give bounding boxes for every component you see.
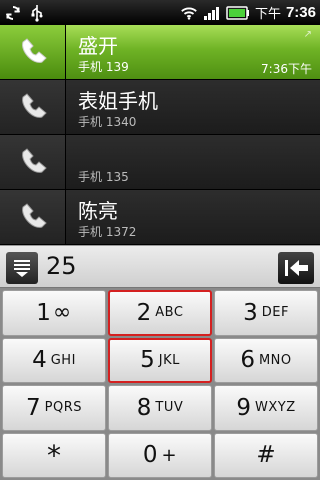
- phone-handset-icon[interactable]: [0, 190, 66, 244]
- key-6[interactable]: 6 MNO: [214, 337, 318, 383]
- key-9[interactable]: 9 WXYZ: [214, 385, 318, 431]
- status-ampm: 下午: [254, 7, 281, 22]
- key-digit: 3: [243, 299, 258, 326]
- key-letters: JKL: [158, 352, 180, 368]
- wifi-icon: [180, 4, 198, 22]
- call-log-row[interactable]: 盛开 手机 139 ↗ 7:36下午: [0, 25, 320, 80]
- key-8[interactable]: 8 TUV: [108, 385, 212, 431]
- key-letters: ABC: [155, 305, 184, 321]
- dialpad-menu-icon[interactable]: [6, 252, 38, 284]
- usb-icon: [28, 4, 46, 22]
- call-type-icon: ↗: [303, 29, 312, 40]
- key-digit: *: [47, 438, 61, 472]
- key-0[interactable]: 0 +: [108, 432, 212, 478]
- contact-name: 陈亮: [78, 199, 118, 223]
- call-log-list: 盛开 手机 139 ↗ 7:36下午 表姐手机 手机 1340 手机 135 陈…: [0, 25, 320, 245]
- signal-icon: [203, 4, 221, 22]
- contact-name: 表姐手机: [78, 89, 158, 113]
- dialpad: 1 ∞ 2 ABC 3 DEF 4 GHI 5 JKL 6 MNO 7 PQRS…: [0, 288, 320, 480]
- call-log-row[interactable]: 陈亮 手机 1372: [0, 190, 320, 245]
- call-log-row[interactable]: 手机 135: [0, 135, 320, 190]
- key-digit: 0: [142, 442, 158, 469]
- key-letters: +: [161, 444, 178, 466]
- key-digit: 7: [26, 394, 41, 421]
- key-letters: WXYZ: [255, 400, 296, 416]
- key-digit: 1: [36, 299, 51, 326]
- sync-icon: [4, 4, 22, 22]
- status-bar: 下午 7:36: [0, 0, 320, 25]
- key-digit: 2: [136, 299, 152, 326]
- phone-handset-icon[interactable]: [0, 80, 66, 134]
- key-digit: 4: [32, 347, 47, 374]
- key-letters: PQRS: [44, 400, 82, 416]
- key-5[interactable]: 5 JKL: [108, 337, 212, 383]
- contact-number: 手机 135: [78, 170, 129, 184]
- status-time: 7:36: [285, 4, 316, 21]
- phone-handset-icon[interactable]: [0, 135, 66, 189]
- contact-name: 盛开: [78, 34, 118, 58]
- key-digit: 8: [136, 394, 152, 421]
- contact-number: 手机 139: [78, 60, 129, 74]
- contact-number: 手机 1372: [78, 225, 137, 239]
- call-time: 7:36下午: [261, 62, 312, 76]
- key-digit: 5: [140, 347, 155, 374]
- key-4[interactable]: 4 GHI: [2, 337, 106, 383]
- voicemail-icon: ∞: [52, 300, 72, 326]
- key-7[interactable]: 7 PQRS: [2, 385, 106, 431]
- key-letters: MNO: [258, 352, 292, 368]
- key-digit: #: [256, 442, 276, 469]
- key-digit: 9: [236, 394, 252, 421]
- dial-number-field[interactable]: 25: [46, 252, 77, 280]
- key-digit: 6: [240, 347, 255, 374]
- contact-number: 手机 1340: [78, 115, 137, 129]
- phone-handset-icon[interactable]: [0, 25, 66, 79]
- key-hash[interactable]: #: [214, 432, 318, 478]
- key-letters: TUV: [155, 400, 184, 416]
- dial-input-bar: 25: [0, 245, 320, 288]
- backspace-icon[interactable]: [278, 252, 314, 284]
- key-letters: GHI: [50, 352, 76, 368]
- key-1[interactable]: 1 ∞: [2, 290, 106, 336]
- key-2[interactable]: 2 ABC: [108, 290, 212, 336]
- battery-icon: [226, 4, 250, 22]
- key-3[interactable]: 3 DEF: [214, 290, 318, 336]
- key-star[interactable]: *: [2, 432, 106, 478]
- call-log-row[interactable]: 表姐手机 手机 1340: [0, 80, 320, 135]
- key-letters: DEF: [261, 305, 289, 321]
